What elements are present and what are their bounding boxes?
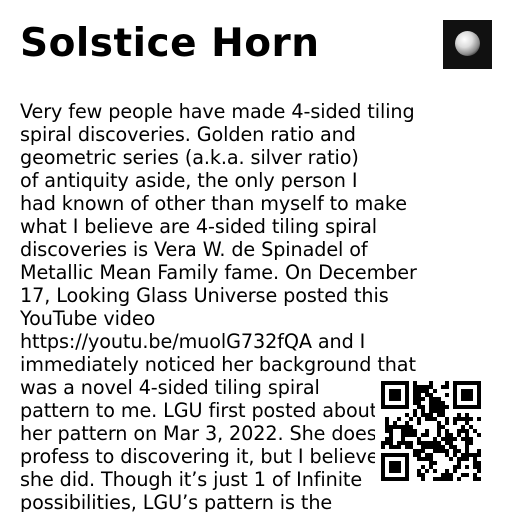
- article-line: discoveries is Vera W. de Spinadel of: [20, 238, 368, 261]
- article-line: what I believe are 4-sided tiling spiral: [20, 215, 377, 238]
- article-line: possibilities, LGU’s pattern is the: [20, 491, 333, 512]
- article-line: Very few people have made 4-sided tiling: [20, 100, 415, 123]
- page-title: Solstice Horn: [20, 21, 320, 66]
- article-line: of antiquity aside, the only person I: [20, 169, 358, 192]
- qr-code-icon: [375, 375, 487, 487]
- article-line: 17, Looking Glass Universe posted this: [20, 284, 389, 307]
- article-line: spiral discoveries. Golden ratio and: [20, 123, 356, 146]
- article-line: Metallic Mean Family fame. On December: [20, 261, 417, 284]
- article-line: geometric series (a.k.a. silver ratio): [20, 146, 359, 169]
- article-line: had known of other than myself to make: [20, 192, 407, 215]
- article-line: immediately noticed her background that: [20, 353, 416, 376]
- sphere-logo-icon: [443, 20, 492, 69]
- article-line: YouTube video: [20, 307, 156, 330]
- video-link[interactable]: https://youtu.be/muolG732fQA and I: [20, 330, 460, 353]
